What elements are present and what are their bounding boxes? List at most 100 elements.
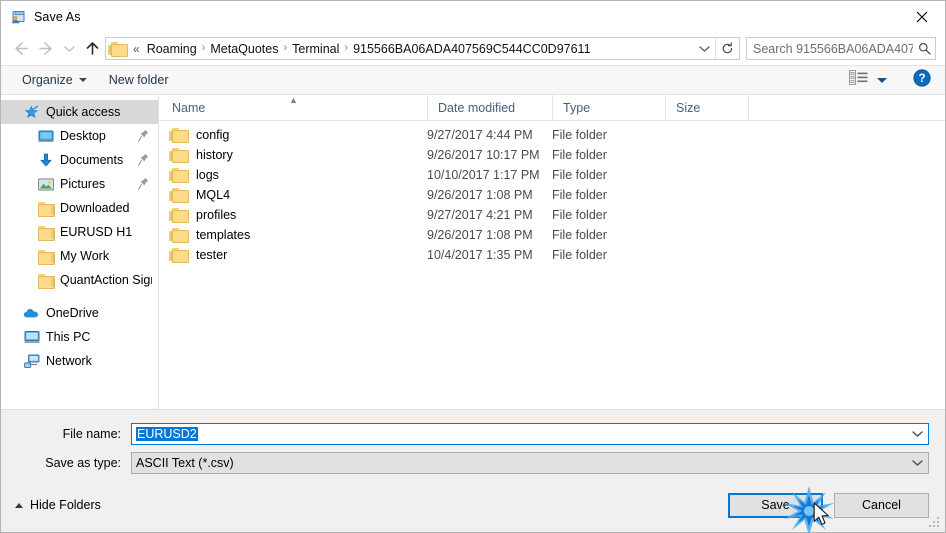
- sort-ascending-icon: ▲: [289, 94, 298, 105]
- search-input[interactable]: Search 915566BA06ADA40756...: [753, 42, 913, 56]
- table-row[interactable]: MQL4 9/26/2017 1:08 PM File folder: [159, 185, 945, 205]
- search-box[interactable]: Search 915566BA06ADA40756...: [746, 37, 936, 60]
- sidebar-item-onedrive[interactable]: OneDrive: [1, 301, 158, 325]
- up-button[interactable]: [79, 36, 105, 62]
- breadcrumb-item-terminal[interactable]: Terminal: [288, 42, 343, 56]
- file-name-label: templates: [196, 228, 251, 242]
- cancel-button[interactable]: Cancel: [834, 492, 929, 518]
- file-name-cell: config: [159, 128, 427, 142]
- save-as-type-select[interactable]: ASCII Text (*.csv): [131, 452, 929, 474]
- folder-icon: [169, 248, 188, 262]
- pin-icon[interactable]: [138, 153, 149, 169]
- sidebar-item-documents[interactable]: Documents: [1, 148, 158, 172]
- pin-icon[interactable]: [138, 129, 149, 145]
- back-button[interactable]: [7, 36, 33, 62]
- sidebar-item-label: My Work: [60, 249, 110, 263]
- command-toolbar: Organize New folder ?: [1, 65, 945, 95]
- star-pin-icon: [23, 104, 40, 120]
- breadcrumb-overflow[interactable]: «: [129, 42, 143, 56]
- folder-icon: [169, 188, 188, 202]
- table-row[interactable]: profiles 9/27/2017 4:21 PM File folder: [159, 205, 945, 225]
- help-question-icon: ?: [913, 68, 931, 92]
- column-header-type[interactable]: Type: [552, 94, 665, 121]
- file-date-cell: 10/10/2017 1:17 PM: [427, 168, 540, 182]
- file-name-label: config: [196, 128, 230, 142]
- column-header-row: Name ▲ Date modified Type Size: [159, 94, 945, 121]
- sidebar-item-this-pc[interactable]: This PC: [1, 325, 158, 349]
- sidebar-item-my-work[interactable]: My Work: [1, 244, 158, 268]
- folder-icon: [37, 200, 55, 217]
- address-dropdown-icon[interactable]: [693, 38, 715, 59]
- column-header-size-label: Size: [676, 100, 701, 115]
- save-button[interactable]: Save: [728, 492, 823, 518]
- search-icon: [913, 42, 935, 55]
- column-header-date-label: Date modified: [438, 100, 516, 115]
- address-bar[interactable]: « Roaming › MetaQuotes › Terminal › 9155…: [105, 37, 740, 60]
- sidebar-item-label: This PC: [46, 330, 91, 344]
- file-name-cell: MQL4: [159, 188, 427, 202]
- file-name-selected-text: EURUSD2: [136, 427, 198, 441]
- file-date-cell: 9/27/2017 4:44 PM: [427, 128, 533, 142]
- recent-locations-button[interactable]: [59, 36, 79, 62]
- file-name-label: tester: [196, 248, 228, 262]
- file-date-cell: 9/26/2017 10:17 PM: [427, 148, 540, 162]
- sidebar-item-pictures[interactable]: Pictures: [1, 172, 158, 196]
- table-row[interactable]: logs 10/10/2017 1:17 PM File folder: [159, 165, 945, 185]
- organize-label: Organize: [22, 73, 73, 87]
- file-type-cell: File folder: [552, 128, 607, 142]
- file-rows: config 9/27/2017 4:44 PM File folder his…: [159, 121, 945, 409]
- file-name-cell: logs: [159, 168, 427, 182]
- sidebar-item-desktop[interactable]: Desktop: [1, 124, 158, 148]
- chevron-down-icon[interactable]: [906, 430, 928, 438]
- sidebar-item-label: Downloaded: [60, 201, 130, 215]
- sidebar-item-quick-access[interactable]: Quick access: [1, 100, 158, 124]
- file-type-cell: File folder: [552, 248, 607, 262]
- list-view-icon: [849, 70, 868, 90]
- navigation-sidebar[interactable]: Quick access Desktop Documents Pictures …: [1, 95, 159, 409]
- sidebar-item-eurusd-h1[interactable]: EURUSD H1: [1, 220, 158, 244]
- new-folder-button[interactable]: New folder: [102, 71, 176, 89]
- refresh-icon[interactable]: [715, 38, 739, 59]
- organize-button[interactable]: Organize: [15, 71, 94, 89]
- save-as-type-label: Save as type:: [45, 456, 121, 470]
- file-type-cell: File folder: [552, 188, 607, 202]
- file-date-cell: 9/27/2017 4:21 PM: [427, 208, 533, 222]
- column-header-name[interactable]: Name ▲: [159, 95, 427, 121]
- sidebar-item-downloaded[interactable]: Downloaded: [1, 196, 158, 220]
- sidebar-item-label: Pictures: [60, 177, 106, 191]
- column-header-size[interactable]: Size: [665, 94, 748, 121]
- pin-icon[interactable]: [138, 177, 149, 193]
- file-name-value: EURUSD2: [132, 427, 906, 441]
- hide-folders-button[interactable]: Hide Folders: [15, 498, 101, 512]
- new-folder-label: New folder: [108, 73, 169, 87]
- sidebar-item-label: QuantAction Signal: [60, 273, 152, 287]
- file-name-cell: profiles: [159, 208, 427, 222]
- table-row[interactable]: templates 9/26/2017 1:08 PM File folder: [159, 225, 945, 245]
- file-type-row: Save as type: ASCII Text (*.csv): [17, 452, 929, 474]
- breadcrumb-item-guid[interactable]: 915566BA06ADA407569C544CC0D97611: [349, 42, 594, 56]
- file-name-input[interactable]: EURUSD2: [131, 423, 929, 445]
- sidebar-item-label: EURUSD H1: [60, 225, 133, 239]
- breadcrumb-item-metaquotes[interactable]: MetaQuotes: [206, 42, 282, 56]
- breadcrumb-item-roaming[interactable]: Roaming: [143, 42, 201, 56]
- file-type-cell: File folder: [552, 208, 607, 222]
- table-row[interactable]: history 9/26/2017 10:17 PM File folder: [159, 145, 945, 165]
- column-header-date-modified[interactable]: Date modified: [427, 94, 552, 121]
- close-button[interactable]: [899, 1, 945, 32]
- resize-grip-icon[interactable]: [929, 517, 941, 529]
- sidebar-item-network[interactable]: Network: [1, 349, 158, 373]
- file-name-label: history: [196, 148, 233, 162]
- column-header-name-label: Name: [172, 100, 206, 115]
- forward-button[interactable]: [33, 36, 59, 62]
- change-view-button[interactable]: [845, 68, 891, 92]
- column-header-type-label: Type: [563, 100, 591, 115]
- table-row[interactable]: tester 10/4/2017 1:35 PM File folder: [159, 245, 945, 265]
- help-button[interactable]: ?: [913, 68, 931, 92]
- folder-icon: [169, 168, 188, 182]
- table-row[interactable]: config 9/27/2017 4:44 PM File folder: [159, 125, 945, 145]
- chevron-down-icon[interactable]: [906, 459, 928, 467]
- onedrive-cloud-icon: [23, 305, 40, 321]
- sidebar-item-quantaction-signal[interactable]: QuantAction Signal: [1, 268, 158, 292]
- save-form: File name: EURUSD2 Save as type: ASCII T…: [1, 409, 945, 484]
- chevron-down-icon: [78, 78, 87, 82]
